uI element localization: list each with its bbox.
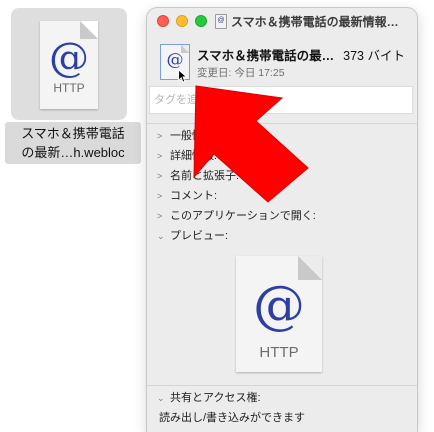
section-label: 詳細情報: bbox=[170, 150, 218, 162]
zoom-button[interactable] bbox=[195, 15, 207, 27]
section-label: このアプリケーションで開く: bbox=[170, 210, 316, 222]
window-title: スマホ＆携帯電話の最新情報… bbox=[231, 15, 399, 29]
chevron-down-icon: ⌄ bbox=[157, 393, 165, 403]
desktop-file-name[interactable]: スマホ＆携帯電話 の最新…h.webloc bbox=[5, 122, 141, 164]
chevron-right-icon: > bbox=[157, 131, 163, 141]
webloc-file-icon[interactable]: @ HTTP bbox=[40, 21, 98, 109]
mouse-pointer-icon bbox=[178, 69, 188, 83]
chevron-down-icon: ⌄ bbox=[157, 231, 165, 241]
section-name-extension[interactable]: > 名前と拡張子: bbox=[157, 167, 239, 185]
permission-text: 読み出し/書き込みができます bbox=[159, 412, 306, 424]
at-icon: @ bbox=[166, 50, 184, 70]
icon-label: HTTP bbox=[259, 344, 299, 361]
section-general[interactable]: > 一般情報: bbox=[157, 127, 217, 145]
preview-file-icon: @ HTTP bbox=[236, 256, 322, 372]
section-comments[interactable]: > コメント: bbox=[157, 187, 217, 205]
file-name: スマホ＆携帯電話の最… bbox=[197, 49, 335, 63]
chevron-right-icon: > bbox=[157, 211, 163, 221]
title-bar[interactable]: @ スマホ＆携帯電話の最新情報… bbox=[147, 8, 417, 36]
close-button[interactable] bbox=[157, 15, 169, 27]
section-sharing[interactable]: ⌄ 共有とアクセス権: bbox=[157, 389, 261, 407]
tags-field[interactable] bbox=[149, 86, 417, 114]
file-size: 373 バイト bbox=[343, 49, 405, 63]
section-preview[interactable]: ⌄ プレビュー: bbox=[157, 227, 228, 245]
section-label: プレビュー: bbox=[170, 230, 229, 242]
chevron-right-icon: > bbox=[157, 171, 163, 181]
at-icon: @ bbox=[253, 276, 305, 336]
tags-input[interactable] bbox=[150, 87, 417, 113]
chevron-right-icon: > bbox=[157, 151, 163, 161]
section-label: コメント: bbox=[170, 190, 218, 202]
section-more-info[interactable]: > 詳細情報: bbox=[157, 147, 217, 165]
section-label: 名前と拡張子: bbox=[170, 170, 240, 182]
at-icon: @ bbox=[49, 35, 89, 81]
divider bbox=[147, 385, 417, 386]
section-label: 一般情報: bbox=[170, 130, 218, 142]
divider bbox=[147, 123, 417, 124]
info-window: @ スマホ＆携帯電話の最新情報… @ スマホ＆携帯電話の最… 373 バイト 変… bbox=[147, 8, 417, 432]
desktop-file[interactable]: @ HTTP スマホ＆携帯電話 の最新…h.webloc bbox=[5, 8, 141, 170]
section-open-with[interactable]: > このアプリケーションで開く: bbox=[157, 207, 316, 225]
file-name-line-2: の最新…h.webloc bbox=[21, 145, 125, 160]
chevron-right-icon: > bbox=[157, 191, 163, 201]
file-name-line-1: スマホ＆携帯電話 bbox=[21, 126, 125, 141]
section-label: 共有とアクセス権: bbox=[170, 392, 261, 404]
title-file-icon: @ bbox=[215, 14, 227, 29]
icon-label: HTTP bbox=[53, 81, 85, 95]
minimize-button[interactable] bbox=[176, 15, 188, 27]
modified-date: 変更日: 今日 17:25 bbox=[197, 67, 285, 79]
